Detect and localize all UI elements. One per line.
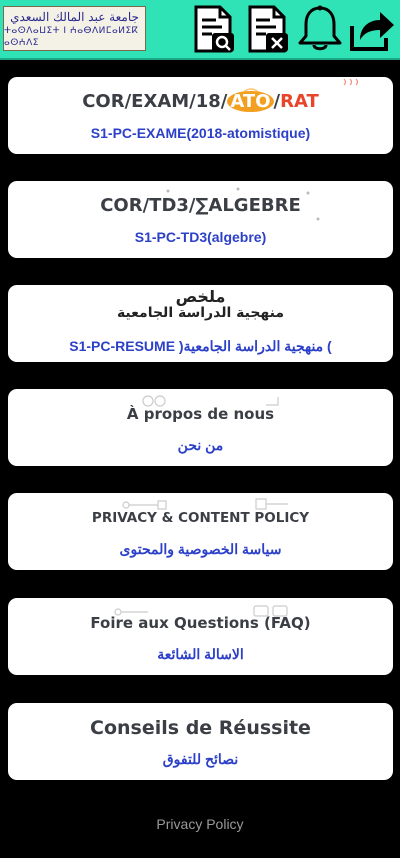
title-part-rat: RAT — [280, 91, 319, 112]
card-faq[interactable]: Foire aux Questions (FAQ) الاسالة الشائع… — [8, 598, 393, 675]
card-title: Conseils de Réussite — [90, 717, 311, 739]
card-title: COR/EXAM/18/ATO/RAT — [8, 87, 393, 117]
card-resume-methodologie[interactable]: ملخص منهجية الدراسة الجامعية S1-PC-RESUM… — [8, 285, 393, 362]
card-td3-algebre[interactable]: COR/TD3/∑ALGEBRE S1-PC-TD3(algebre) — [8, 181, 393, 258]
card-title: COR/TD3/∑ALGEBRE — [8, 191, 393, 221]
document-search-icon[interactable] — [188, 4, 238, 54]
card-title: À propos de nous — [126, 405, 275, 423]
share-icon[interactable] — [346, 4, 396, 54]
document-close-icon[interactable] — [242, 4, 292, 54]
title-part-cor: COR/EXAM/18/ — [82, 91, 228, 112]
sigma-symbol: ∑ — [195, 195, 209, 216]
card-exam-atomistique[interactable]: COR/EXAM/18/ATO/RAT S1-PC-EXAME(2018-ato… — [8, 77, 393, 154]
card-subtitle: S1-PC-RESUME )منهجية الدراسة الجامعية ( — [69, 338, 332, 354]
title-line-dirasa: الدراسة الجامعية — [116, 305, 232, 321]
privacy-policy-link[interactable]: Privacy Policy — [0, 816, 400, 836]
card-about-us[interactable]: À propos de nous من نحن — [8, 389, 393, 466]
title-line-mulakhas: ملخص — [175, 287, 226, 306]
card-title: PRIVACY & CONTENT POLICY — [91, 510, 310, 526]
card-subtitle: الاسالة الشائعة — [157, 646, 244, 662]
card-subtitle: سياسة الخصوصية والمحتوى — [119, 541, 282, 557]
card-subtitle: S1-PC-TD3(algebre) — [134, 229, 267, 245]
card-subtitle: S1-PC-EXAME(2018-atomistique) — [90, 125, 311, 141]
title-line-manhajiya: منهجية — [236, 305, 285, 321]
logo-arabic-text: جامعة عبد المالك السعدي — [10, 9, 139, 24]
card-privacy-policy[interactable]: PRIVACY & CONTENT POLICY سياسة الخصوصية … — [8, 493, 393, 570]
card-subtitle: من نحن — [177, 437, 224, 453]
title-part-cor: COR/TD3/ — [100, 195, 196, 216]
logo-tifinagh-text: ⵜⴰⵙⴷⴰⵡⵉⵜ ⵏ ⵄⴰⴱⴷⵍⵎⴰⵍⵉⴽ ⴰⵙⵄⴷⵉ — [4, 25, 139, 48]
university-logo: جامعة عبد المالك السعدي ⵜⴰⵙⴷⴰⵡⵉⵜ ⵏ ⵄⴰⴱⴷⵍ… — [3, 6, 146, 51]
card-title-arabic: ملخص منهجية الدراسة الجامعية — [8, 288, 393, 322]
card-subtitle: نصائح للتفوق — [162, 751, 239, 767]
bell-icon[interactable] — [295, 4, 345, 54]
title-part-ato: ATO — [227, 91, 274, 112]
card-conseils[interactable]: Conseils de Réussite نصائح للتفوق — [8, 703, 393, 780]
card-title: Foire aux Questions (FAQ) — [90, 614, 311, 632]
app-header: جامعة عبد المالك السعدي ⵜⴰⵙⴷⴰⵡⵉⵜ ⵏ ⵄⴰⴱⴷⵍ… — [0, 0, 400, 60]
title-part-algebre: ALGEBRE — [208, 195, 301, 216]
